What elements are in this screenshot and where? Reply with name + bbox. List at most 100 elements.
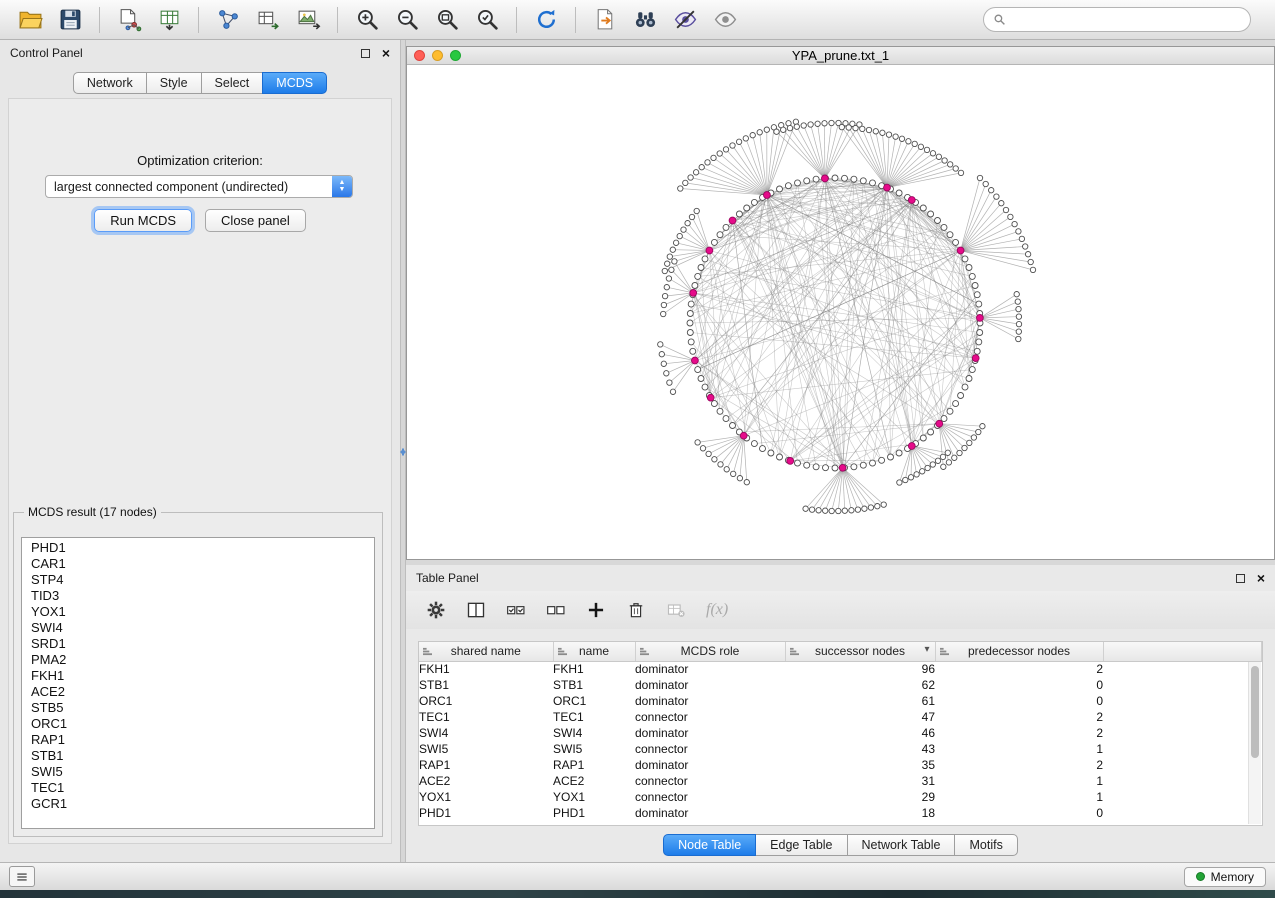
- hide-details-button[interactable]: [667, 4, 703, 36]
- share-document-button[interactable]: [587, 4, 623, 36]
- table-cell[interactable]: SWI4: [553, 725, 635, 741]
- table-row[interactable]: SWI5SWI5connector431: [419, 741, 1262, 757]
- table-settings-button[interactable]: [426, 600, 446, 620]
- table-cell[interactable]: 2: [935, 757, 1103, 773]
- close-panel-icon[interactable]: ×: [382, 46, 390, 60]
- table-cell[interactable]: PHD1: [419, 805, 553, 821]
- table-cell[interactable]: 2: [935, 725, 1103, 741]
- table-cell[interactable]: 31: [785, 773, 935, 789]
- table-cell[interactable]: connector: [635, 709, 785, 725]
- mcds-result-item[interactable]: YOX1: [22, 604, 374, 620]
- table-cell[interactable]: dominator: [635, 677, 785, 693]
- table-cell[interactable]: dominator: [635, 693, 785, 709]
- table-row[interactable]: SWI4SWI4dominator462: [419, 725, 1262, 741]
- table-cell[interactable]: 1: [935, 789, 1103, 805]
- show-columns-button[interactable]: [466, 600, 486, 620]
- table-cell[interactable]: RAP1: [419, 757, 553, 773]
- table-cell[interactable]: dominator: [635, 725, 785, 741]
- deselect-all-columns-button[interactable]: [546, 600, 566, 620]
- mcds-result-item[interactable]: SWI5: [22, 764, 374, 780]
- table-cell[interactable]: 18: [785, 805, 935, 821]
- table-row[interactable]: RAP1RAP1dominator352: [419, 757, 1262, 773]
- table-row[interactable]: STB1STB1dominator620: [419, 677, 1262, 693]
- mcds-result-item[interactable]: STB5: [22, 700, 374, 716]
- table-cell[interactable]: 96: [785, 661, 935, 677]
- table-cell[interactable]: 1: [935, 741, 1103, 757]
- table-cell[interactable]: ACE2: [553, 773, 635, 789]
- table-cell[interactable]: 61: [785, 693, 935, 709]
- mcds-result-item[interactable]: TEC1: [22, 780, 374, 796]
- table-cell[interactable]: connector: [635, 773, 785, 789]
- close-table-panel-icon[interactable]: ×: [1257, 571, 1265, 585]
- column-header-successor-nodes[interactable]: successor nodes▾: [785, 642, 935, 661]
- table-cell[interactable]: 46: [785, 725, 935, 741]
- zoom-in-button[interactable]: [349, 4, 385, 36]
- criterion-dropdown[interactable]: largest connected component (undirected)…: [45, 175, 353, 198]
- table-cell[interactable]: SWI5: [419, 741, 553, 757]
- column-header-shared-name[interactable]: shared name: [419, 642, 553, 661]
- memory-button[interactable]: Memory: [1184, 867, 1266, 887]
- table-scrollbar-thumb[interactable]: [1251, 666, 1259, 758]
- show-panel-button[interactable]: [9, 866, 35, 887]
- table-cell[interactable]: FKH1: [553, 661, 635, 677]
- column-header-predecessor-nodes[interactable]: predecessor nodes: [935, 642, 1103, 661]
- tab-edge-table[interactable]: Edge Table: [755, 834, 847, 856]
- table-row[interactable]: PHD1PHD1dominator180: [419, 805, 1262, 821]
- table-cell[interactable]: TEC1: [419, 709, 553, 725]
- column-header-MCDS-role[interactable]: MCDS role: [635, 642, 785, 661]
- tab-select[interactable]: Select: [201, 72, 264, 94]
- mcds-result-item[interactable]: FKH1: [22, 668, 374, 684]
- tab-style[interactable]: Style: [146, 72, 202, 94]
- table-cell[interactable]: dominator: [635, 805, 785, 821]
- table-cell[interactable]: connector: [635, 741, 785, 757]
- save-session-button[interactable]: [52, 4, 88, 36]
- table-cell[interactable]: FKH1: [419, 661, 553, 677]
- table-cell[interactable]: TEC1: [553, 709, 635, 725]
- import-table-button[interactable]: [151, 4, 187, 36]
- mcds-result-item[interactable]: PHD1: [22, 540, 374, 556]
- mcds-result-item[interactable]: STP4: [22, 572, 374, 588]
- mcds-result-item[interactable]: GCR1: [22, 796, 374, 812]
- tab-network-table[interactable]: Network Table: [847, 834, 956, 856]
- run-mcds-button[interactable]: Run MCDS: [94, 209, 192, 232]
- zoom-selected-button[interactable]: [469, 4, 505, 36]
- mcds-result-item[interactable]: PMA2: [22, 652, 374, 668]
- zoom-fit-button[interactable]: [429, 4, 465, 36]
- table-cell[interactable]: YOX1: [419, 789, 553, 805]
- table-cell[interactable]: ORC1: [553, 693, 635, 709]
- show-details-button[interactable]: [707, 4, 743, 36]
- mcds-result-item[interactable]: SRD1: [22, 636, 374, 652]
- table-cell[interactable]: ORC1: [419, 693, 553, 709]
- table-cell[interactable]: 29: [785, 789, 935, 805]
- table-cell[interactable]: RAP1: [553, 757, 635, 773]
- mcds-result-list[interactable]: PHD1CAR1STP4TID3YOX1SWI4SRD1PMA2FKH1ACE2…: [21, 537, 375, 829]
- close-panel-button[interactable]: Close panel: [205, 209, 306, 232]
- table-cell[interactable]: 0: [935, 805, 1103, 821]
- table-cell[interactable]: dominator: [635, 661, 785, 677]
- tab-mcds[interactable]: MCDS: [262, 72, 327, 94]
- column-header-name[interactable]: name: [553, 642, 635, 661]
- table-cell[interactable]: 43: [785, 741, 935, 757]
- zoom-out-button[interactable]: [389, 4, 425, 36]
- network-canvas[interactable]: [407, 65, 1274, 559]
- refresh-view-button[interactable]: [528, 4, 564, 36]
- add-column-button[interactable]: [586, 600, 606, 620]
- mcds-result-item[interactable]: ORC1: [22, 716, 374, 732]
- float-table-panel-icon[interactable]: [1236, 574, 1245, 583]
- export-network-button[interactable]: [210, 4, 246, 36]
- table-cell[interactable]: YOX1: [553, 789, 635, 805]
- search-input[interactable]: [1012, 12, 1241, 28]
- table-row[interactable]: TEC1TEC1connector472: [419, 709, 1262, 725]
- table-cell[interactable]: 0: [935, 677, 1103, 693]
- table-row[interactable]: YOX1YOX1connector291: [419, 789, 1262, 805]
- mcds-result-item[interactable]: CAR1: [22, 556, 374, 572]
- export-table-button[interactable]: [250, 4, 286, 36]
- table-cell[interactable]: SWI4: [419, 725, 553, 741]
- table-cell[interactable]: 35: [785, 757, 935, 773]
- table-cell[interactable]: 62: [785, 677, 935, 693]
- table-scrollbar[interactable]: [1248, 662, 1261, 824]
- table-cell[interactable]: PHD1: [553, 805, 635, 821]
- table-cell[interactable]: 1: [935, 773, 1103, 789]
- table-cell[interactable]: 47: [785, 709, 935, 725]
- table-cell[interactable]: ACE2: [419, 773, 553, 789]
